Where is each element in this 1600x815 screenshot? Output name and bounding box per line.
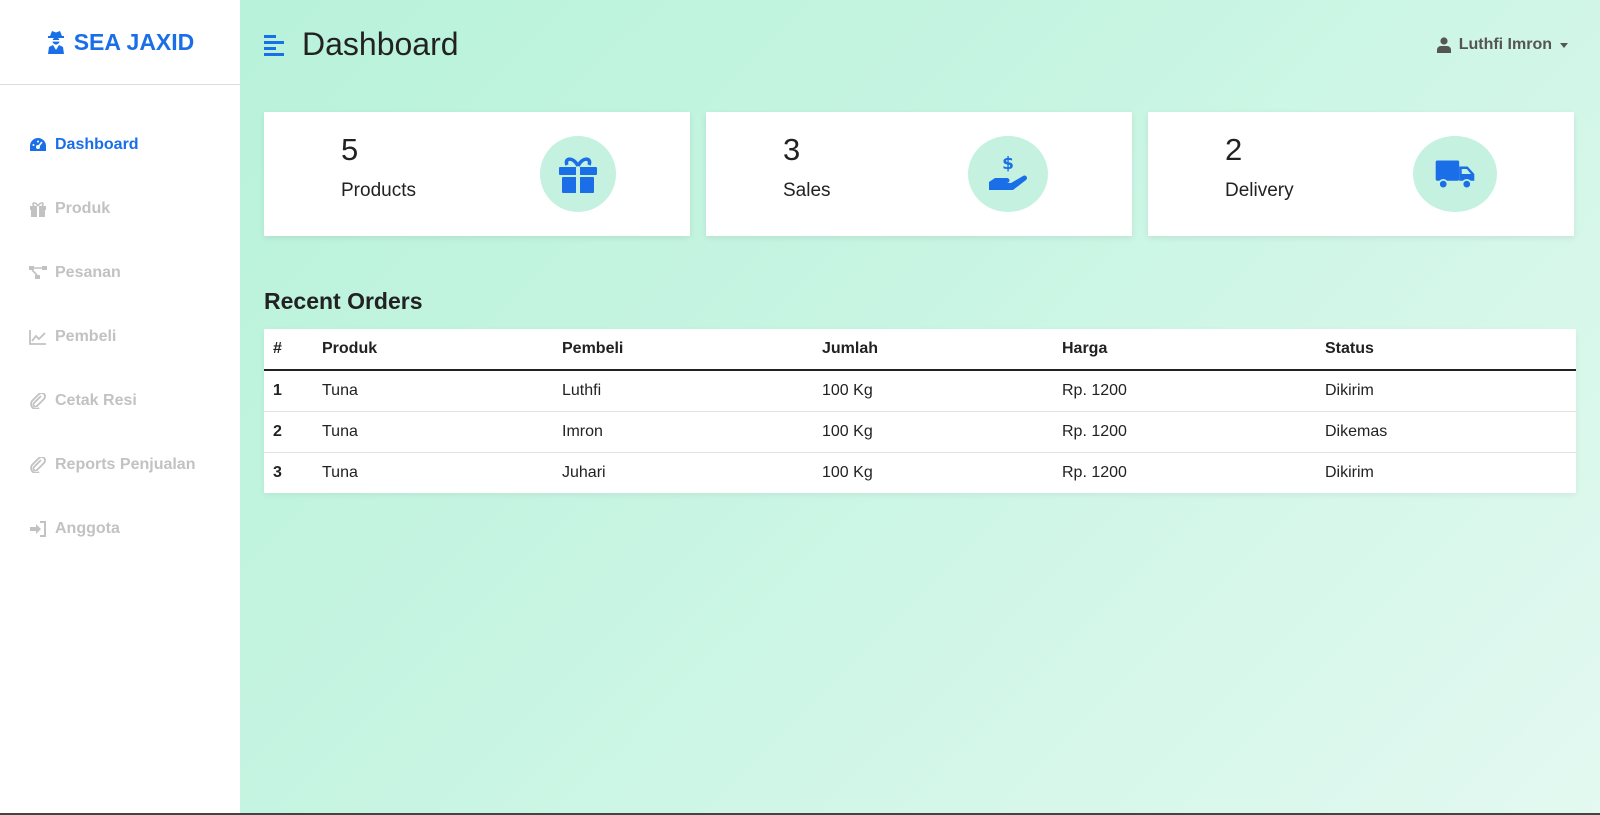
main-content: Dashboard Luthfi Imron 5 Products 3 Sale… — [240, 0, 1600, 815]
gift-icon — [29, 201, 47, 217]
truck-icon — [1413, 136, 1497, 212]
stat-cards: 5 Products 3 Sales $ 2 Delivery — [264, 112, 1574, 236]
sidebar-nav: Dashboard Produk Pesanan Pembeli Cetak R… — [0, 85, 240, 561]
column-header: Produk — [313, 329, 553, 371]
sidebar-item-produk[interactable]: Produk — [0, 177, 240, 241]
sidebar-item-label: Pesanan — [55, 264, 121, 281]
column-header: Pembeli — [553, 329, 813, 371]
cell-pembeli: Luthfi — [553, 370, 813, 412]
brand-name: SEA JAXID — [73, 28, 195, 55]
column-header: # — [264, 329, 313, 371]
cell-harga: Rp. 1200 — [1053, 411, 1316, 453]
stat-value: 5 — [341, 132, 359, 167]
user-menu[interactable]: Luthfi Imron — [1436, 36, 1568, 54]
paperclip-icon — [29, 393, 47, 409]
chevron-down-icon — [1560, 42, 1568, 48]
sidebar-item-reports-penjualan[interactable]: Reports Penjualan — [0, 433, 240, 497]
sidebar-item-label: Reports Penjualan — [55, 456, 196, 473]
cell-pembeli: Imron — [553, 411, 813, 453]
cell-status: Dikirim — [1316, 370, 1576, 412]
cell-index: 3 — [273, 463, 282, 481]
cell-status: Dikirim — [1325, 463, 1374, 481]
sitemap-icon — [29, 265, 47, 281]
user-icon — [1436, 37, 1451, 53]
sidebar-item-label: Cetak Resi — [55, 392, 137, 409]
menu-toggle-icon[interactable] — [264, 33, 286, 57]
cell-produk: Tuna — [313, 370, 553, 412]
gift-icon — [540, 136, 616, 212]
stat-label: Sales — [783, 180, 831, 201]
stat-card-delivery[interactable]: 2 Delivery — [1148, 112, 1574, 236]
cell-produk: Tuna — [322, 463, 358, 481]
sidebar-item-cetak-resi[interactable]: Cetak Resi — [0, 369, 240, 433]
sidebar-item-pembeli[interactable]: Pembeli — [0, 305, 240, 369]
table-row[interactable]: 1 Tuna Luthfi 100 Kg Rp. 1200 Dikirim — [264, 370, 1576, 412]
user-secret-icon — [47, 31, 64, 54]
table-header-row: # Produk Pembeli Jumlah Harga Status — [264, 329, 1576, 371]
cell-jumlah: 100 Kg — [813, 411, 1053, 453]
stat-value: 2 — [1225, 132, 1243, 167]
paperclip-icon — [29, 457, 47, 473]
cell-status: Dikemas — [1316, 411, 1576, 453]
hand-holding-dollar-icon: $ — [968, 136, 1048, 212]
cell-harga: Rp. 1200 — [1053, 370, 1316, 412]
sidebar-item-dashboard[interactable]: Dashboard — [0, 113, 240, 177]
recent-orders-table: # Produk Pembeli Jumlah Harga Status 1 T… — [264, 329, 1576, 493]
table-row[interactable]: 3 Tuna Juhari 100 Kg Rp. 1200 Dikirim — [264, 452, 1576, 493]
stat-card-sales[interactable]: 3 Sales $ — [706, 112, 1132, 236]
user-name: Luthfi Imron — [1458, 36, 1552, 53]
sidebar-item-pesanan[interactable]: Pesanan — [0, 241, 240, 305]
cell-index: 2 — [264, 411, 313, 453]
chart-line-icon — [29, 329, 47, 345]
sidebar-item-label: Pembeli — [55, 328, 117, 345]
stat-card-products[interactable]: 5 Products — [264, 112, 690, 236]
gauge-icon — [29, 137, 47, 153]
stat-label: Products — [341, 180, 416, 201]
stat-label: Delivery — [1225, 180, 1294, 201]
sidebar: SEA JAXID Dashboard Produk Pesanan Pembe… — [0, 0, 240, 815]
sign-in-icon — [29, 521, 47, 537]
cell-harga: Rp. 1200 — [1062, 463, 1127, 481]
cell-jumlah: 100 Kg — [813, 370, 1053, 412]
sidebar-item-anggota[interactable]: Anggota — [0, 497, 240, 561]
page-title: Dashboard — [302, 26, 459, 62]
cell-index: 1 — [264, 370, 313, 412]
column-header: Status — [1316, 329, 1576, 371]
recent-orders-title: Recent Orders — [264, 288, 423, 314]
cell-produk: Tuna — [313, 411, 553, 453]
table-row[interactable]: 2 Tuna Imron 100 Kg Rp. 1200 Dikemas — [264, 411, 1576, 453]
column-header: Harga — [1053, 329, 1316, 371]
cell-pembeli: Juhari — [562, 463, 606, 481]
sidebar-item-label: Produk — [55, 200, 111, 217]
cell-jumlah: 100 Kg — [822, 463, 873, 481]
svg-text:$: $ — [1002, 154, 1014, 174]
column-header: Jumlah — [813, 329, 1053, 371]
sidebar-item-label: Dashboard — [55, 136, 139, 153]
stat-value: 3 — [783, 132, 801, 167]
sidebar-item-label: Anggota — [55, 520, 120, 537]
topbar: Dashboard Luthfi Imron — [240, 0, 1600, 95]
brand[interactable]: SEA JAXID — [0, 0, 240, 85]
